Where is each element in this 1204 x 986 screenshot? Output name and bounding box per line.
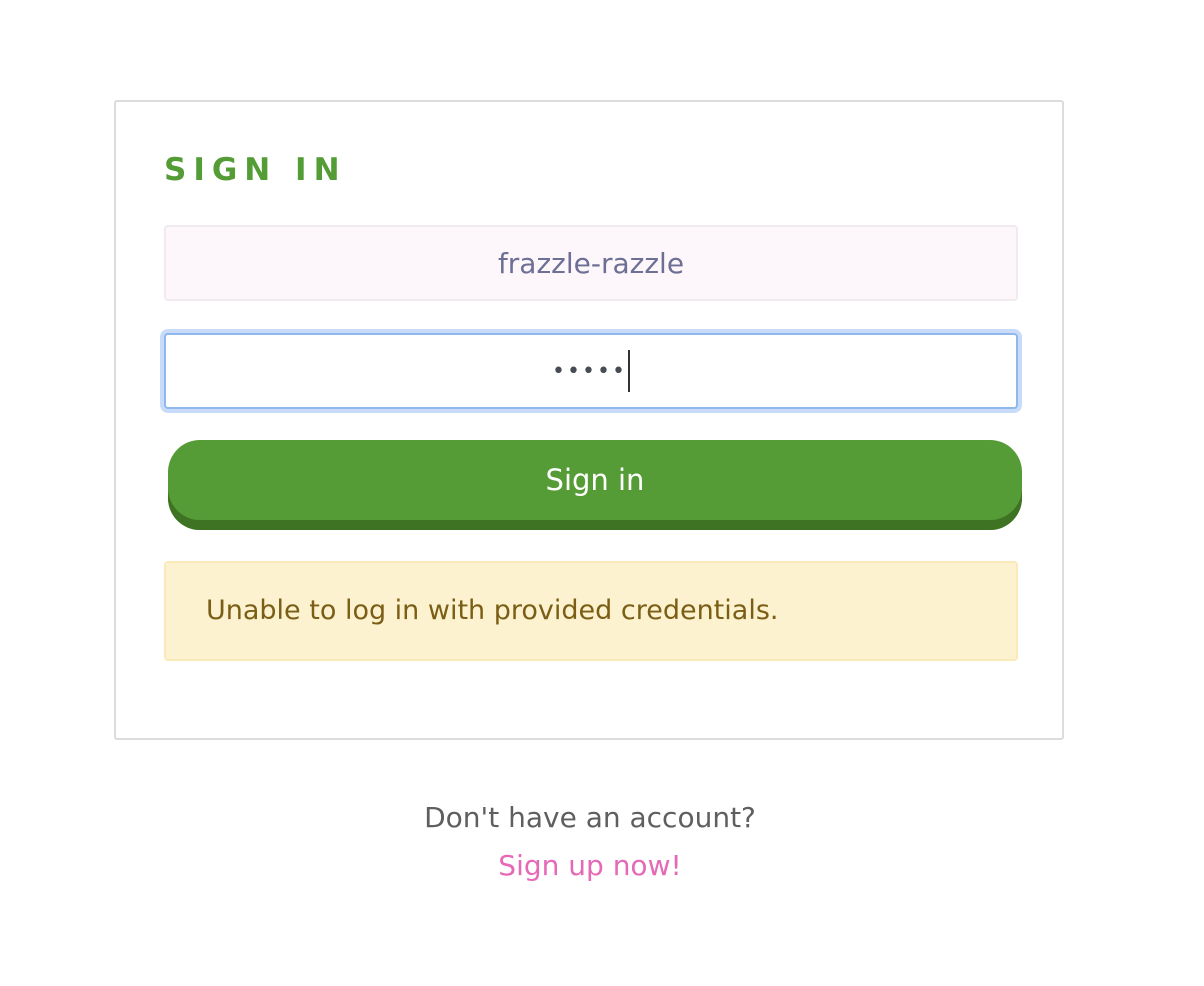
signup-prompt: Don't have an account?: [424, 801, 756, 834]
username-input[interactable]: [164, 225, 1018, 301]
text-caret: [627, 350, 630, 392]
password-input[interactable]: •••••: [164, 333, 1018, 409]
sign-in-button[interactable]: Sign in: [168, 440, 1022, 530]
signin-card: SIGN IN ••••• Sign in Unable to log in w…: [114, 100, 1064, 740]
error-alert: Unable to log in with provided credentia…: [164, 561, 1018, 661]
password-mask: •••••: [552, 358, 627, 384]
page-title: SIGN IN: [164, 152, 347, 188]
sign-up-link[interactable]: Sign up now!: [0, 846, 1180, 886]
